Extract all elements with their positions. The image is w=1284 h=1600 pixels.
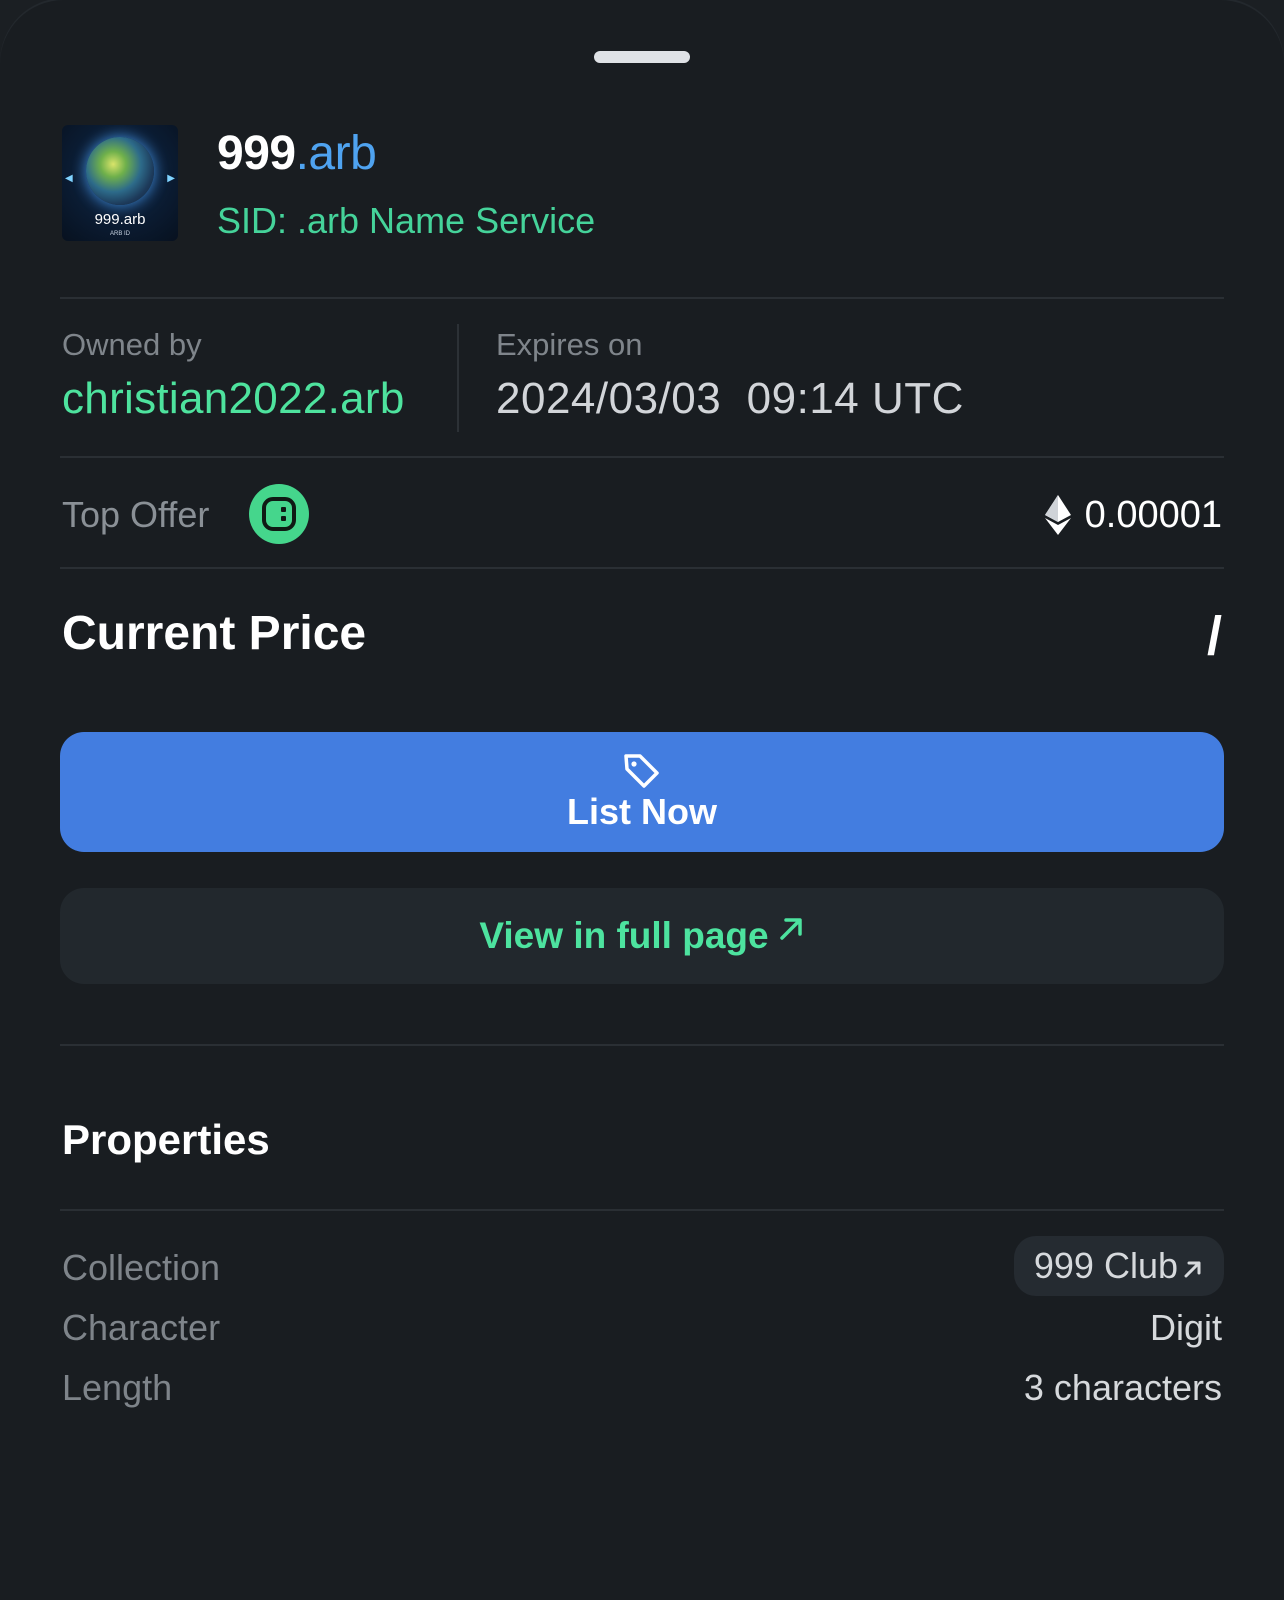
- external-arrow-icon: [779, 918, 802, 940]
- vertical-divider: [457, 324, 459, 432]
- properties-title: Properties: [62, 1116, 270, 1163]
- globe-image: [86, 137, 154, 205]
- character-value: Digit: [1149, 1307, 1222, 1348]
- bottom-sheet: ◀ ▶ 999.arb ARB ID 999.arb SID: .arb Nam…: [0, 0, 1284, 1600]
- collection-label: Collection: [62, 1247, 221, 1288]
- thumbnail-sub: ARB ID: [109, 231, 130, 237]
- name-service-link[interactable]: SID: .arb Name Service: [217, 199, 595, 243]
- expires-section: Expires on 2024/03/03 09:14 UTC: [496, 325, 964, 427]
- top-offer-label: Top Offer: [62, 494, 210, 535]
- left-arrow-icon: ◀: [65, 173, 73, 184]
- character-label: Character: [62, 1307, 221, 1348]
- list-now-label: List Now: [567, 791, 717, 832]
- view-full-page-label: View in full page: [479, 915, 769, 956]
- drag-handle[interactable]: [594, 51, 690, 63]
- view-full-page-button[interactable]: View in full page: [60, 888, 1224, 984]
- domain-title: 999.arb: [217, 125, 377, 183]
- marketplace-logo-icon[interactable]: [249, 484, 309, 544]
- domain-header: ◀ ▶ 999.arb ARB ID 999.arb SID: .arb Nam…: [62, 125, 1224, 241]
- ethereum-icon: [1044, 495, 1071, 535]
- divider: [60, 1209, 1224, 1211]
- divider: [60, 297, 1224, 299]
- owner-section: Owned by christian2022.arb: [62, 325, 405, 427]
- domain-tld: .arb: [295, 127, 377, 180]
- right-arrow-icon: ▶: [167, 173, 175, 184]
- collection-value: 999 Club: [1033, 1245, 1178, 1286]
- collection-chip[interactable]: 999 Club: [1013, 1236, 1224, 1296]
- length-value: 3 characters: [1023, 1367, 1222, 1408]
- top-offer-price: 0.00001: [1044, 490, 1222, 540]
- offer-amount: 0.00001: [1084, 494, 1222, 536]
- domain-name: 999: [217, 127, 296, 180]
- domain-thumbnail: ◀ ▶ 999.arb ARB ID: [62, 125, 178, 241]
- expires-label: Expires on: [496, 327, 643, 362]
- divider: [60, 456, 1224, 458]
- expires-value: 2024/03/03 09:14 UTC: [496, 374, 964, 423]
- current-price-label: Current Price: [62, 607, 367, 660]
- external-arrow-icon: [1184, 1261, 1201, 1278]
- current-price-value: /: [1206, 606, 1222, 666]
- divider: [60, 567, 1224, 569]
- price-tag-icon: [624, 754, 659, 788]
- list-now-button[interactable]: List Now: [60, 732, 1224, 852]
- length-label: Length: [62, 1367, 173, 1408]
- divider: [60, 1044, 1224, 1046]
- owned-by-label: Owned by: [62, 327, 202, 362]
- thumbnail-caption: 999.arb: [94, 211, 146, 228]
- owner-link[interactable]: christian2022.arb: [62, 371, 405, 427]
